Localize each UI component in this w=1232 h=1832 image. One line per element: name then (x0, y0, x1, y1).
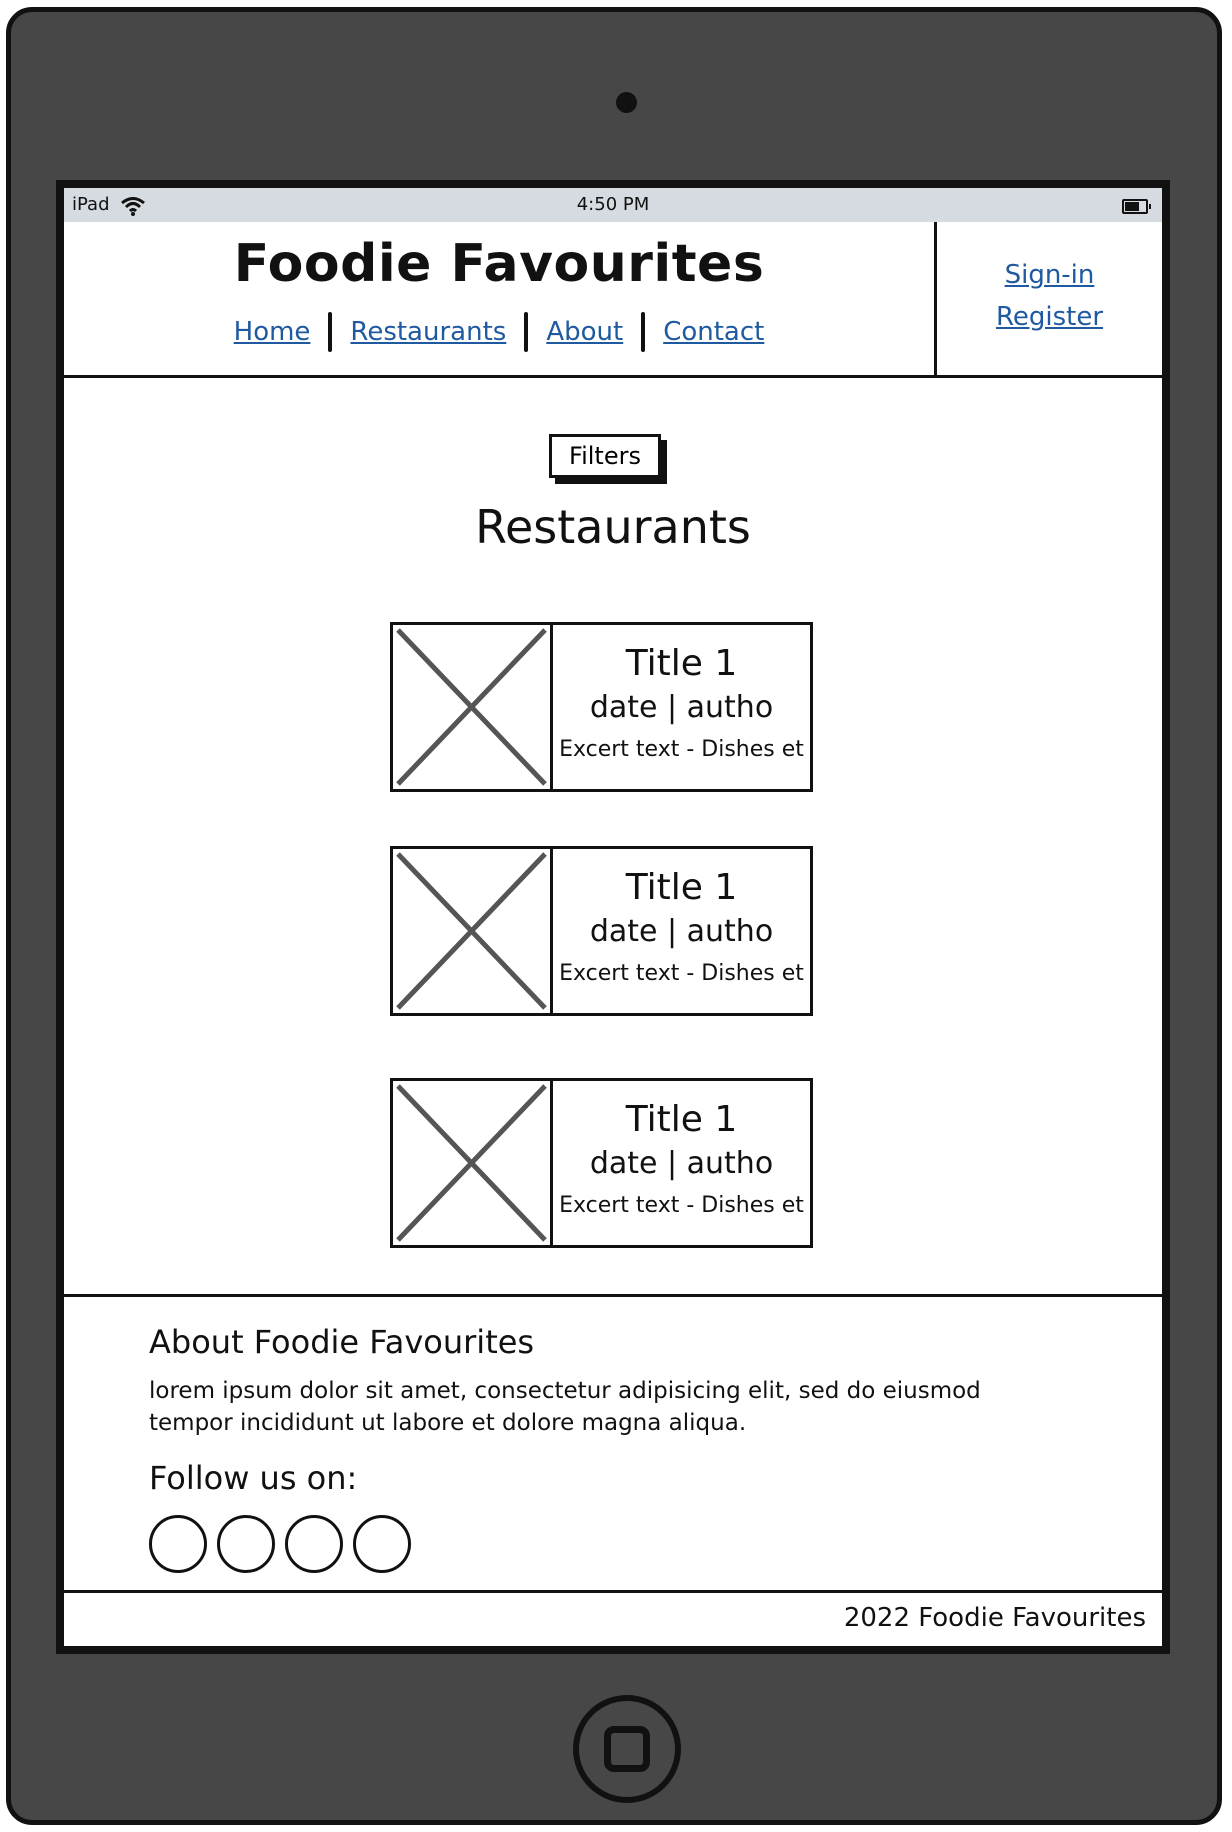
battery-icon (1122, 199, 1151, 214)
restaurant-card[interactable]: Title 1 date | autho Excert text - Dishe… (390, 622, 813, 792)
site-title: Foodie Favourites (233, 234, 765, 294)
card-body: Title 1 date | autho Excert text - Dishe… (553, 1081, 810, 1245)
screen: iPad 4:50 PM Foodie Favourites Home Rest… (56, 180, 1170, 1654)
card-excerpt: Excert text - Dishes et (559, 1193, 804, 1218)
home-button[interactable] (573, 1695, 681, 1803)
nav-home[interactable]: Home (216, 317, 329, 347)
card-body: Title 1 date | autho Excert text - Dishe… (553, 849, 810, 1013)
image-placeholder-icon (393, 849, 553, 1013)
restaurant-card[interactable]: Title 1 date | autho Excert text - Dishe… (390, 846, 813, 1016)
status-bar: iPad 4:50 PM (64, 188, 1162, 222)
social-icon[interactable] (285, 1515, 343, 1573)
social-icon[interactable] (217, 1515, 275, 1573)
footer-about-title: About Foodie Favourites (149, 1323, 535, 1361)
nav-contact[interactable]: Contact (645, 317, 782, 347)
image-placeholder-icon (393, 625, 553, 789)
register-link[interactable]: Register (937, 296, 1162, 338)
header: Foodie Favourites Home Restaurants About… (64, 222, 1162, 378)
auth-links: Sign-in Register (937, 254, 1162, 338)
copyright-text: 2022 Foodie Favourites (843, 1603, 1146, 1633)
main-nav: Home Restaurants About Contact (64, 312, 934, 352)
follow-label: Follow us on: (149, 1459, 358, 1497)
card-meta: date | autho (589, 690, 774, 725)
home-square-icon (604, 1726, 650, 1772)
status-time: 4:50 PM (576, 194, 650, 215)
card-title: Title 1 (625, 1099, 738, 1140)
card-excerpt: Excert text - Dishes et (559, 737, 804, 762)
card-title: Title 1 (625, 867, 738, 908)
card-title: Title 1 (625, 643, 738, 684)
card-body: Title 1 date | autho Excert text - Dishe… (553, 625, 810, 789)
restaurant-card[interactable]: Title 1 date | autho Excert text - Dishe… (390, 1078, 813, 1248)
sign-in-link[interactable]: Sign-in (937, 254, 1162, 296)
social-icon[interactable] (353, 1515, 411, 1573)
footer-about-text: lorem ipsum dolor sit amet, consectetur … (149, 1378, 981, 1436)
card-meta: date | autho (589, 914, 774, 949)
nav-restaurants[interactable]: Restaurants (332, 317, 524, 347)
image-placeholder-icon (393, 1081, 553, 1245)
filters-button[interactable]: Filters (549, 434, 661, 478)
social-links (149, 1515, 411, 1573)
social-icon[interactable] (149, 1515, 207, 1573)
copyright-bar: 2022 Foodie Favourites (64, 1590, 1162, 1646)
section-title: Restaurants (475, 500, 751, 554)
card-excerpt: Excert text - Dishes et (559, 961, 804, 986)
card-meta: date | autho (589, 1146, 774, 1181)
nav-about[interactable]: About (528, 317, 641, 347)
camera-icon (616, 92, 637, 113)
